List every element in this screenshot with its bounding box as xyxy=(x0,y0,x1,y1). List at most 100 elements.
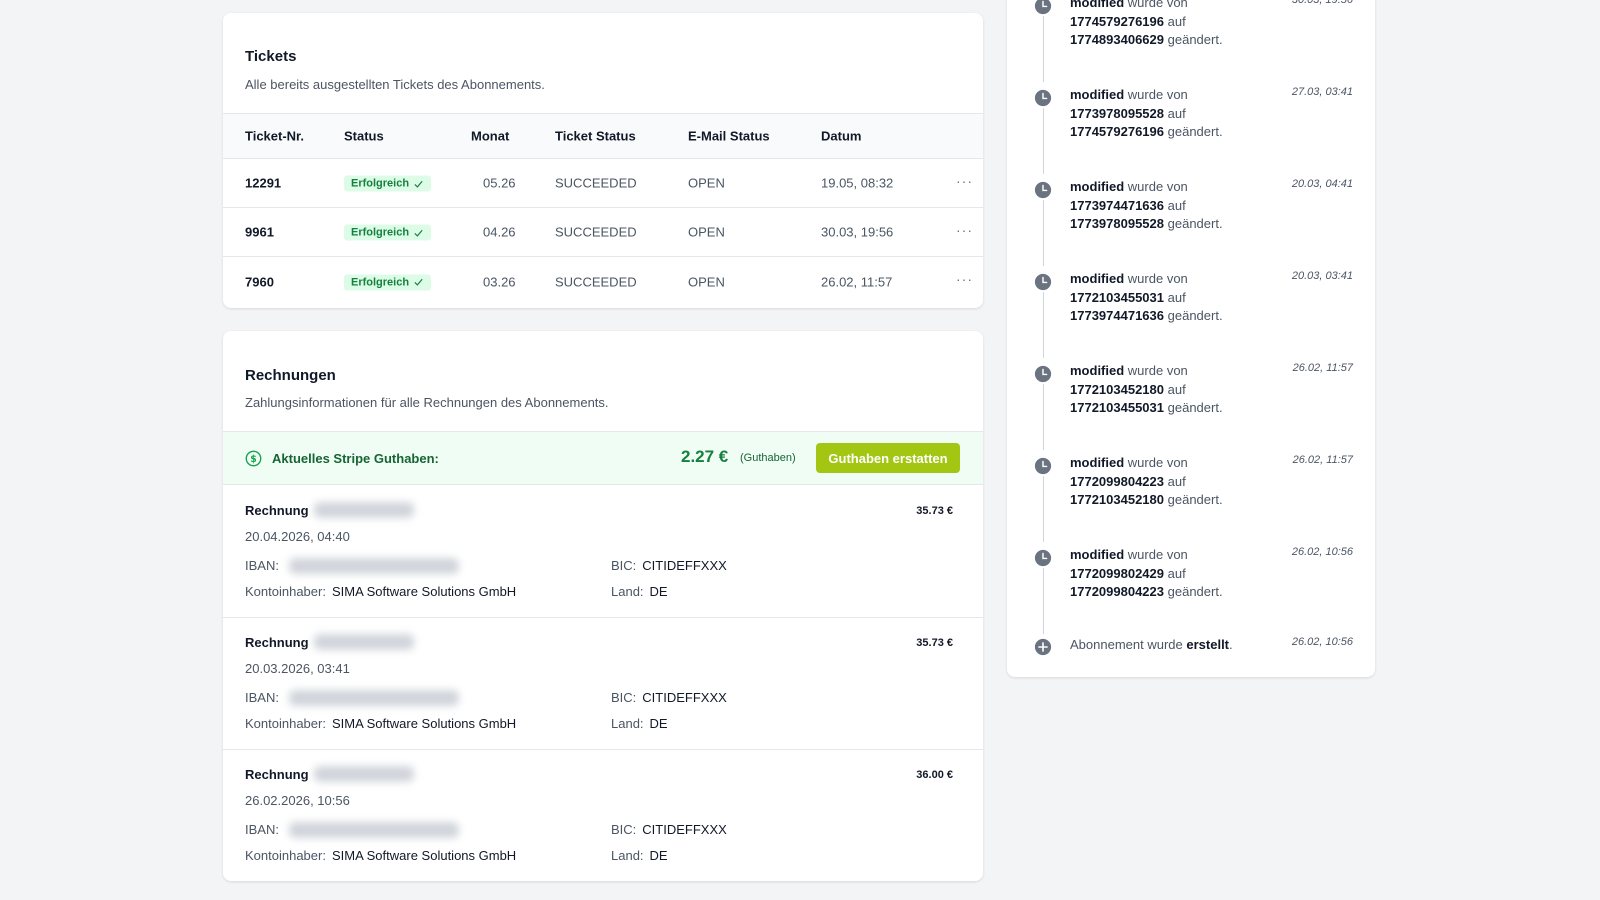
history-word: auf xyxy=(1167,565,1186,581)
ticket-date: 26.02, 11:57 xyxy=(821,274,893,289)
check-icon xyxy=(414,278,423,286)
status-label: Erfolgreich xyxy=(351,226,410,239)
history-word: auf xyxy=(1167,289,1186,305)
timeline-connector xyxy=(1043,292,1044,358)
owner-value: SIMA Software Solutions GmbH xyxy=(331,716,517,731)
invoice-id-redacted xyxy=(314,766,414,782)
tickets-title: Tickets xyxy=(245,48,297,65)
history-field: modified xyxy=(1070,271,1125,286)
history-word: geändert. xyxy=(1167,216,1223,231)
dollar-circle-icon: $ xyxy=(245,450,262,467)
history-to: 1774579276196 xyxy=(1070,124,1164,139)
invoice-date: 20.04.2026, 04:40 xyxy=(245,529,350,544)
col-status: Status xyxy=(344,128,384,144)
status-label: Erfolgreich xyxy=(351,276,410,288)
history-from: 1773974471636 xyxy=(1070,197,1164,213)
svg-text:$: $ xyxy=(250,454,257,465)
invoice-item: Rechnung 35.73 € 20.04.2026, 04:40 IBAN: BIC… xyxy=(223,486,983,618)
owner-field: Kontoinhaber: SIMA Software Solutions Gmb… xyxy=(245,584,516,599)
history-text: modified wurde von 1772103452180 auf 17721… xyxy=(1070,362,1270,418)
history-text: modified wurde von 1772103455031 auf 17739… xyxy=(1070,270,1270,326)
history-text: modified wurde von 1773974471636 auf 17739… xyxy=(1070,178,1270,234)
col-mail-status: E-Mail Status xyxy=(688,128,770,144)
table-row[interactable]: 7960 Erfolgreich 03.26 SUCCEEDED OPEN 26.02, … xyxy=(223,257,983,306)
owner-label: Kontoinhaber: xyxy=(245,716,326,731)
created-bold: erstellt xyxy=(1186,637,1230,652)
history-from: 1774579276196 xyxy=(1070,13,1164,29)
timeline-connector xyxy=(1043,568,1044,634)
timeline-connector xyxy=(1043,200,1044,266)
ticket-date: 19.05, 08:32 xyxy=(821,175,894,191)
iban-field: IBAN: xyxy=(245,558,279,573)
bic-field: BIC: CITIDEFFXXX xyxy=(611,690,727,705)
history-time: 20.03, 04:41 xyxy=(1291,178,1353,190)
history-card: modified wurde von 1774579276196 auf 17748… xyxy=(1007,0,1375,677)
table-row[interactable]: 12291 Erfolgreich 05.26 SUCCEEDED OPEN 19.05,… xyxy=(223,159,983,208)
land-label: Land: xyxy=(611,584,644,599)
more-options-icon[interactable]: ··· xyxy=(956,173,973,189)
balance-label: Aktuelles Stripe Guthaben: xyxy=(272,451,439,466)
created-period: . xyxy=(1229,637,1233,652)
owner-field: Kontoinhaber: SIMA Software Solutions Gmb… xyxy=(245,848,516,863)
iban-redacted xyxy=(289,558,459,574)
ticket-month: 04.26 xyxy=(483,224,516,240)
land-field: Land: DE xyxy=(611,584,668,599)
history-time: 20.03, 03:41 xyxy=(1291,270,1353,282)
history-word: geändert. xyxy=(1167,400,1223,415)
history-word: auf xyxy=(1167,13,1186,29)
iban-redacted xyxy=(289,690,459,706)
history-word: wurde von xyxy=(1127,179,1188,194)
invoice-label: Rechnung xyxy=(245,635,309,650)
tickets-table: Ticket-Nr. Status Monat Ticket Status E-… xyxy=(223,113,983,306)
ticket-nr: 7960 xyxy=(245,274,274,289)
invoice-amount: 35.73 € xyxy=(916,505,953,517)
history-field: modified xyxy=(1070,179,1125,194)
timeline-connector xyxy=(1043,16,1044,82)
history-from: 1773978095528 xyxy=(1070,105,1164,121)
history-time: 26.02, 10:56 xyxy=(1291,636,1353,648)
ticket-month: 05.26 xyxy=(483,175,516,191)
land-value: DE xyxy=(649,848,668,863)
history-text: Abonnement wurde erstellt. xyxy=(1070,636,1290,655)
history-from: 1772099802429 xyxy=(1070,565,1164,581)
invoice-amount: 36.00 € xyxy=(916,769,953,781)
history-word: geändert. xyxy=(1167,584,1223,599)
iban-redacted xyxy=(289,822,459,838)
more-options-icon[interactable]: ··· xyxy=(956,271,973,287)
invoice-label: Rechnung xyxy=(245,767,309,782)
table-row[interactable]: 9961 Erfolgreich 04.26 SUCCEEDED OPEN 30.03, … xyxy=(223,208,983,257)
history-text: modified wurde von 1773978095528 auf 17745… xyxy=(1070,86,1270,142)
ticket-nr: 9961 xyxy=(245,224,274,240)
iban-field: IBAN: xyxy=(245,690,279,705)
clock-icon xyxy=(1034,89,1052,107)
status-badge: Erfolgreich xyxy=(344,224,432,241)
history-to: 1772099804223 xyxy=(1070,584,1164,599)
bic-value: CITIDEFFXXX xyxy=(642,822,727,837)
history-to: 1774893406629 xyxy=(1070,32,1164,47)
history-word: wurde von xyxy=(1127,0,1188,10)
timeline-connector xyxy=(1043,108,1044,174)
clock-icon xyxy=(1034,273,1052,291)
history-time: 26.02, 10:56 xyxy=(1291,546,1353,558)
history-icon xyxy=(1034,549,1052,567)
history-field: modified xyxy=(1070,0,1125,10)
history-to: 1772103452180 xyxy=(1070,492,1164,507)
more-options-icon[interactable]: ··· xyxy=(956,222,973,238)
bic-label: BIC: xyxy=(611,690,637,705)
history-time: 26.02, 11:57 xyxy=(1292,454,1353,466)
refund-balance-button[interactable]: Guthaben erstatten xyxy=(816,443,960,473)
owner-value: SIMA Software Solutions GmbH xyxy=(331,848,517,863)
iban-field: IBAN: xyxy=(245,822,279,837)
invoice-id-redacted xyxy=(314,634,414,650)
land-field: Land: DE xyxy=(611,716,668,731)
invoice-date: 26.02.2026, 10:56 xyxy=(245,793,350,808)
col-date: Datum xyxy=(821,128,862,144)
land-label: Land: xyxy=(611,848,644,863)
history-to: 1773974471636 xyxy=(1070,308,1164,323)
mail-status: OPEN xyxy=(688,224,725,240)
history-icon xyxy=(1034,181,1052,199)
history-word: wurde von xyxy=(1127,87,1188,102)
history-word: wurde von xyxy=(1127,455,1188,470)
history-from: 1772103455031 xyxy=(1070,289,1164,305)
clock-icon xyxy=(1034,457,1052,475)
